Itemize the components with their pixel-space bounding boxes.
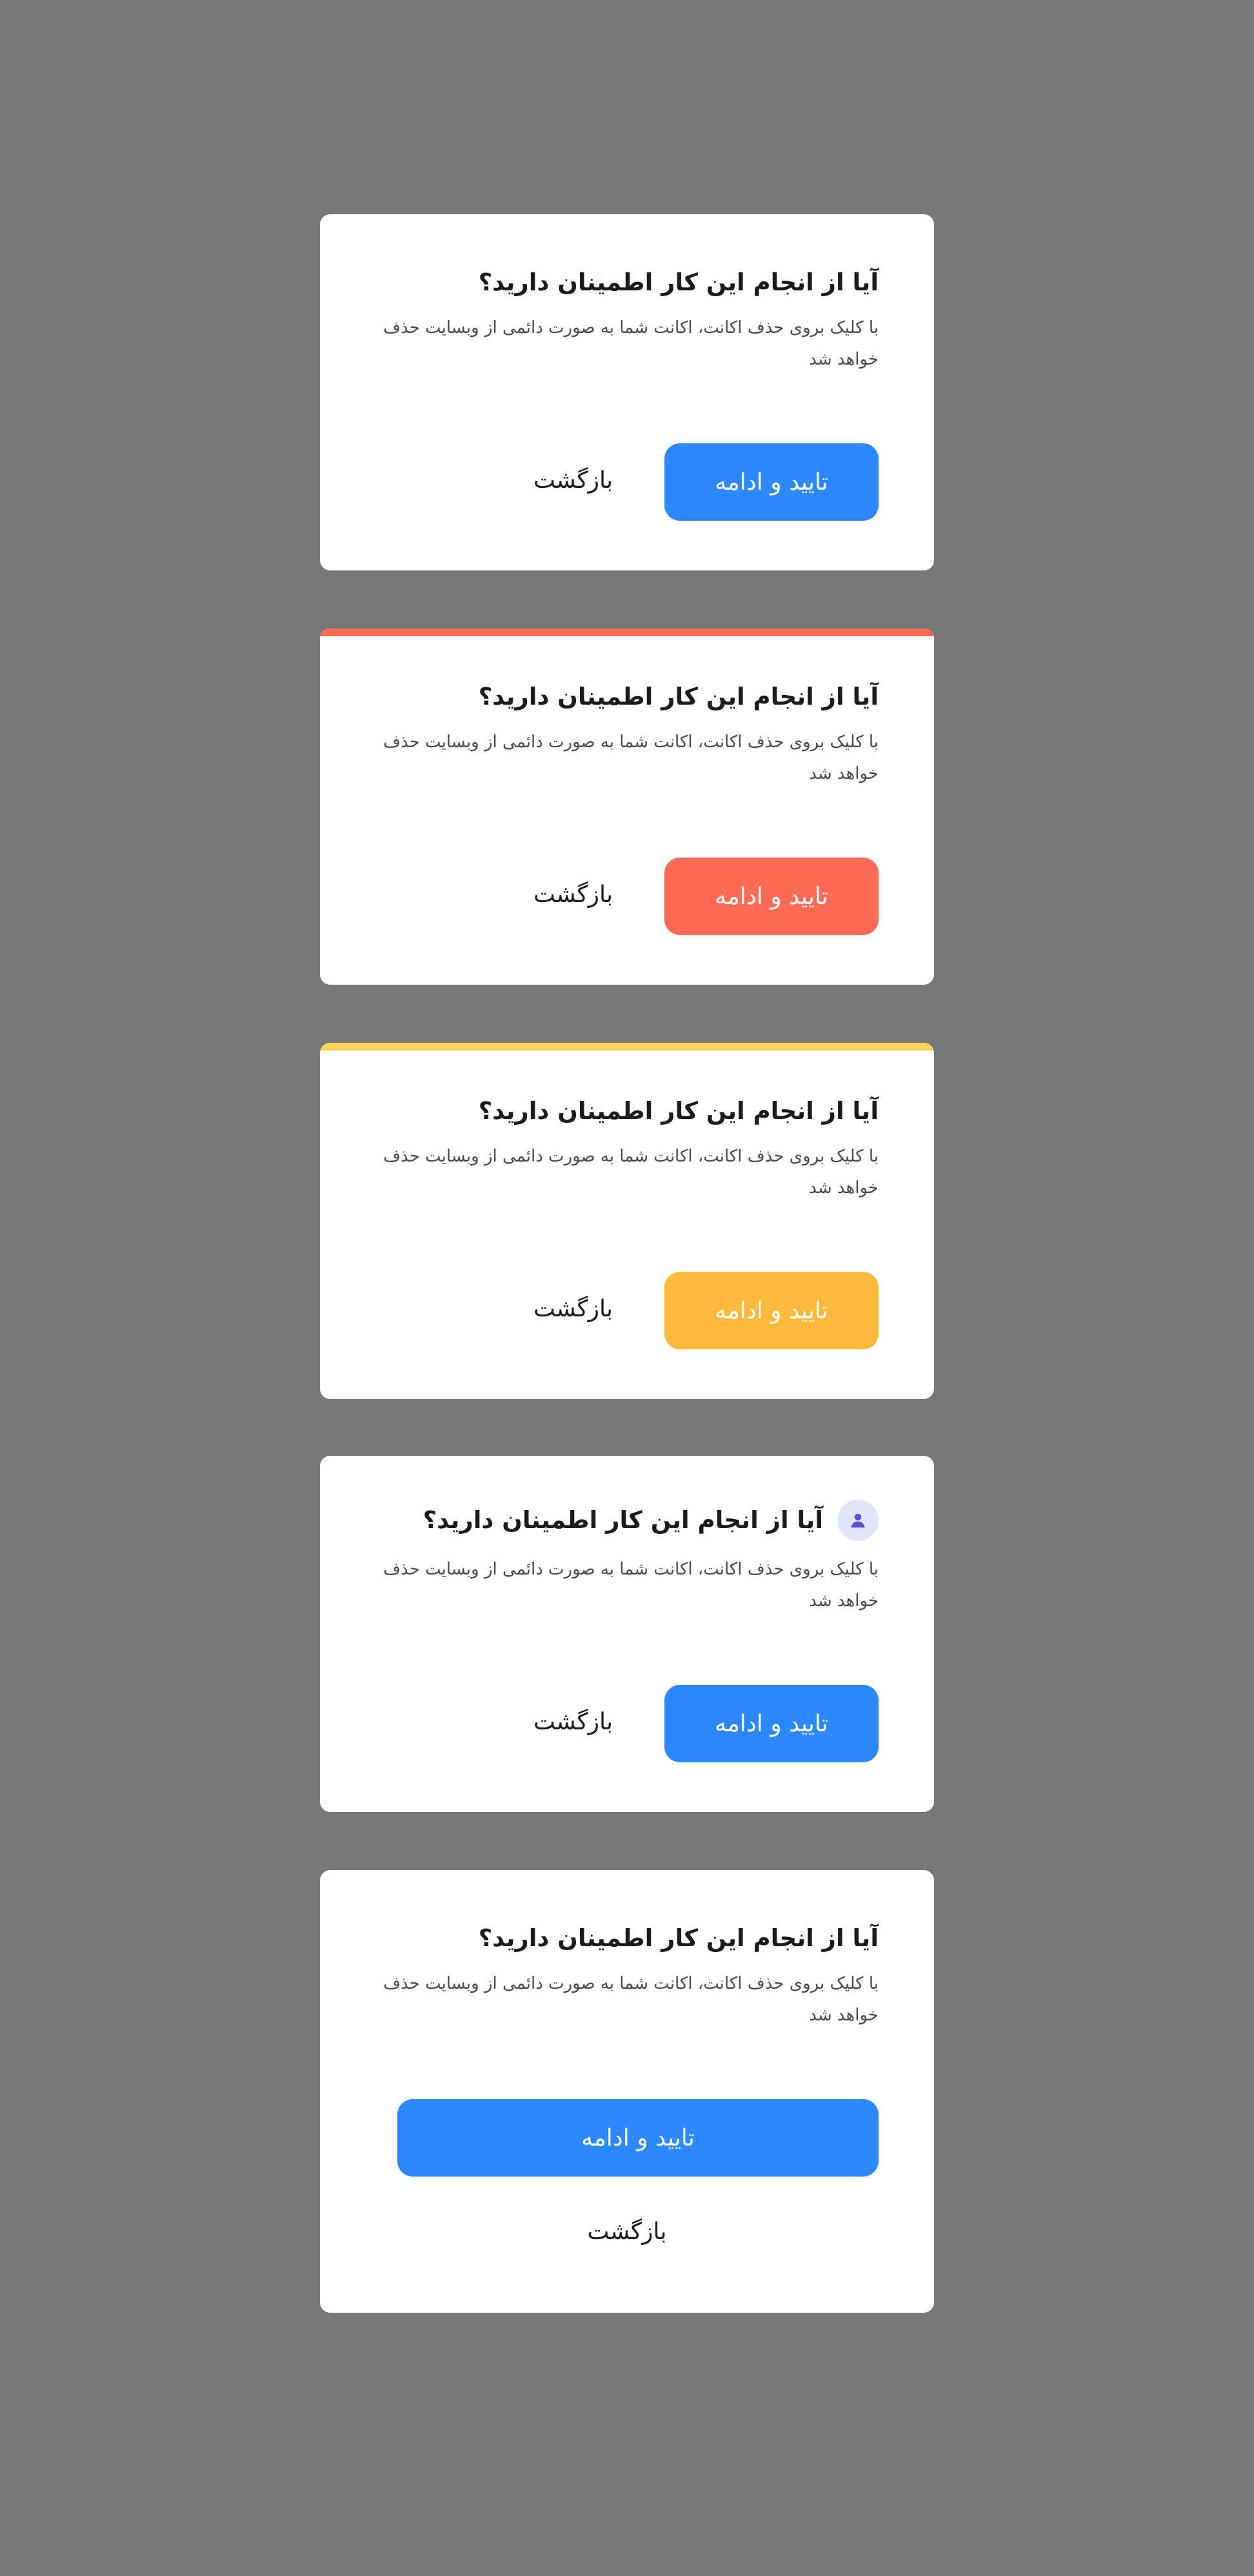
confirm-dialog-danger: آیا از انجام این کار اطمینان دارید؟ با ک… (320, 629, 934, 985)
danger-accent-bar (320, 629, 934, 636)
user-icon (837, 1500, 879, 1541)
confirm-dialog-warning: آیا از انجام این کار اطمینان دارید؟ با ک… (320, 1043, 934, 1399)
warning-accent-bar (320, 1043, 934, 1051)
back-button[interactable]: بازگشت (533, 461, 613, 499)
dialog-title: آیا از انجام این کار اطمینان دارید؟ (478, 1097, 879, 1125)
confirm-dialog-stacked: آیا از انجام این کار اطمینان دارید؟ با ک… (320, 1870, 934, 2313)
back-button[interactable]: بازگشت (533, 1289, 613, 1328)
back-button[interactable]: بازگشت (320, 2212, 934, 2251)
confirm-button[interactable]: تایید و ادامه (664, 443, 879, 521)
confirm-button[interactable]: تایید و ادامه (664, 1272, 879, 1349)
dialog-message: با کلیک بروی حذف اکانت، اکانت شما به صور… (383, 1974, 879, 2025)
dialog-title: آیا از انجام این کار اطمینان دارید؟ (478, 683, 879, 710)
confirm-button[interactable]: تایید و ادامه (664, 1685, 879, 1762)
dialog-message: با کلیک بروی حذف اکانت، اکانت شما به صور… (383, 1560, 879, 1611)
back-button[interactable]: بازگشت (533, 1702, 613, 1741)
confirm-button[interactable]: تایید و ادامه (397, 2099, 879, 2177)
dialog-title: آیا از انجام این کار اطمینان دارید؟ (478, 1924, 879, 1952)
title-row: آیا از انجام این کار اطمینان دارید؟ (423, 1500, 879, 1541)
confirm-dialog-default: آیا از انجام این کار اطمینان دارید؟ با ک… (320, 214, 934, 570)
dialog-message: با کلیک بروی حذف اکانت، اکانت شما به صور… (383, 1147, 879, 1198)
dialog-title: آیا از انجام این کار اطمینان دارید؟ (478, 268, 879, 296)
dialog-message: با کلیک بروی حذف اکانت، اکانت شما به صور… (383, 318, 879, 369)
page: { "colors": { "page_background": "#77777… (0, 0, 1254, 2576)
confirm-dialog-with-icon: آیا از انجام این کار اطمینان دارید؟ با ک… (320, 1456, 934, 1812)
dialog-message: با کلیک بروی حذف اکانت، اکانت شما به صور… (383, 732, 879, 783)
back-button[interactable]: بازگشت (533, 875, 613, 914)
dialog-title: آیا از انجام این کار اطمینان دارید؟ (423, 1505, 823, 1534)
confirm-button[interactable]: تایید و ادامه (664, 858, 879, 935)
